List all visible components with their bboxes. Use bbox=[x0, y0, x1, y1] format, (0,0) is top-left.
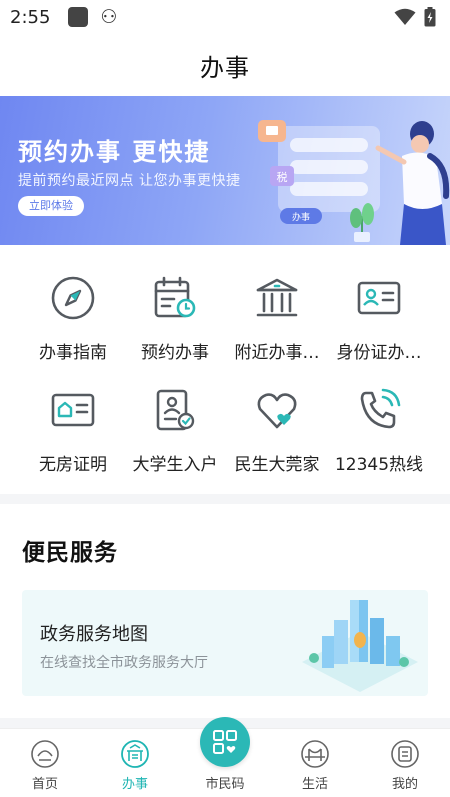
hearts-icon bbox=[253, 386, 301, 434]
service-map-title: 政务服务地图 bbox=[40, 624, 148, 645]
services-grid: 办事指南 预约办事 附近办事… 身份证办… 无房证明 大学生入户 民生大莞家 1… bbox=[0, 262, 450, 486]
banner-cta-button[interactable]: 立即体验 bbox=[18, 196, 84, 216]
banner-subtitle: 提前预约最近网点 让您办事更快捷 bbox=[18, 173, 241, 189]
promo-banner[interactable]: 预约办事 更快捷 提前预约最近网点 让您办事更快捷 立即体验 税 办事 bbox=[0, 96, 450, 245]
phone-call-icon bbox=[355, 386, 403, 434]
city-map-illustration bbox=[302, 600, 418, 692]
calendar-clock-icon bbox=[151, 274, 199, 322]
nav-profile[interactable]: 我的 bbox=[360, 729, 450, 797]
nav-label: 我的 bbox=[391, 777, 418, 792]
service-label: 预约办事 bbox=[141, 343, 209, 363]
nav-label: 市民码 bbox=[205, 777, 245, 792]
service-no-house-proof[interactable]: 无房证明 bbox=[22, 374, 124, 486]
service-student-hukou[interactable]: 大学生入户 bbox=[124, 374, 226, 486]
service-map-subtitle: 在线查找全市政务服务大厅 bbox=[40, 655, 208, 671]
title-bar: 办事 bbox=[0, 34, 450, 96]
document-person-icon bbox=[151, 386, 199, 434]
service-id-card[interactable]: 身份证办… bbox=[328, 262, 430, 374]
home-emblem-icon bbox=[30, 739, 60, 769]
service-map-card[interactable]: 政务服务地图 在线查找全市政务服务大厅 bbox=[22, 590, 428, 696]
page-title: 办事 bbox=[200, 53, 250, 82]
profile-emblem-icon bbox=[390, 739, 420, 769]
service-label: 无房证明 bbox=[39, 455, 107, 475]
status-bar: 2:55 ⚇ bbox=[0, 0, 450, 34]
bank-building-icon bbox=[253, 274, 301, 322]
bridge-emblem-icon bbox=[300, 739, 330, 769]
service-nearby[interactable]: 附近办事… bbox=[226, 262, 328, 374]
service-label: 办事指南 bbox=[39, 343, 107, 363]
id-card-icon bbox=[355, 274, 403, 322]
nav-label: 办事 bbox=[121, 777, 148, 792]
gate-emblem-icon bbox=[120, 739, 150, 769]
nav-label: 生活 bbox=[301, 777, 328, 792]
nav-life[interactable]: 生活 bbox=[270, 729, 360, 797]
banner-office-pill: 办事 bbox=[292, 211, 310, 223]
bottom-nav: 首页 办事 市民码 生活 我的 bbox=[0, 717, 450, 797]
service-appointment[interactable]: 预约办事 bbox=[124, 262, 226, 374]
status-time: 2:55 bbox=[10, 6, 51, 28]
section-title: 便民服务 bbox=[22, 540, 118, 566]
qr-code-icon bbox=[200, 717, 250, 767]
banner-tax-badge: 税 bbox=[277, 170, 288, 184]
banner-illustration: 税 办事 bbox=[258, 120, 450, 245]
service-label: 民生大莞家 bbox=[234, 455, 320, 475]
nav-citizen-code[interactable]: 市民码 bbox=[180, 717, 270, 797]
house-card-icon bbox=[49, 386, 97, 434]
debug-bug-icon: ⚇ bbox=[100, 6, 118, 28]
banner-headline: 预约办事 更快捷 bbox=[18, 138, 211, 166]
section-divider bbox=[0, 494, 450, 504]
service-label: 12345热线 bbox=[334, 455, 424, 475]
service-label: 身份证办… bbox=[336, 343, 422, 363]
services-row: 办事指南 预约办事 附近办事… 身份证办… bbox=[0, 262, 450, 374]
service-livelihood[interactable]: 民生大莞家 bbox=[226, 374, 328, 486]
wifi-icon bbox=[394, 8, 416, 25]
nav-services[interactable]: 办事 bbox=[90, 729, 180, 797]
service-guide[interactable]: 办事指南 bbox=[22, 262, 124, 374]
service-label: 大学生入户 bbox=[132, 455, 218, 475]
battery-icon bbox=[424, 7, 436, 27]
service-hotline[interactable]: 12345热线 bbox=[328, 374, 430, 486]
service-label: 附近办事… bbox=[234, 343, 320, 363]
nav-home[interactable]: 首页 bbox=[0, 729, 90, 797]
app-notification-icon bbox=[68, 7, 89, 27]
compass-icon bbox=[49, 274, 97, 322]
services-row: 无房证明 大学生入户 民生大莞家 12345热线 bbox=[0, 374, 450, 486]
nav-label: 首页 bbox=[31, 777, 58, 792]
